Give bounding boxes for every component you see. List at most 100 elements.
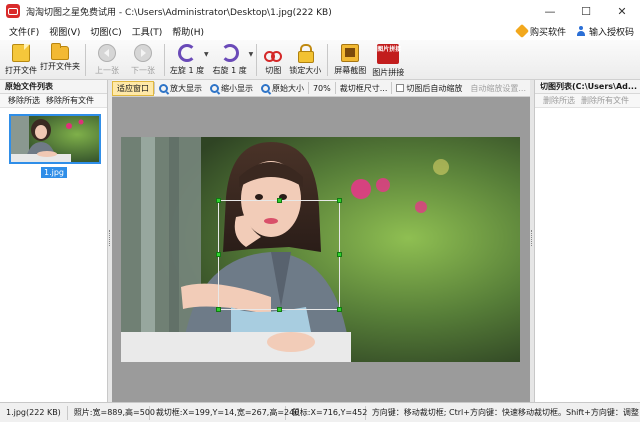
buy-software-label: 购买软件: [529, 27, 566, 38]
status-hint: 方向键：移动裁切框; Ctrl+方向键：快速移动裁切框。Shift+方向键：调整: [371, 407, 639, 417]
menu-bar: 文件(F) 视图(V) 切图(C) 工具(T) 帮助(H) 购买软件 输入授权码: [0, 22, 640, 40]
menu-tools[interactable]: 工具(T): [127, 25, 168, 38]
rotate-right-button[interactable]: 右旋 1 度: [209, 40, 251, 80]
fit-window-button[interactable]: 适应窗口: [112, 80, 154, 96]
remove-all-files-button[interactable]: 移除所有文件: [46, 94, 94, 107]
toolbar-separator: [327, 44, 329, 76]
open-file-button[interactable]: 打开文件: [4, 40, 38, 80]
screen-capture-label: 屏幕截图: [334, 66, 367, 75]
open-folder-button[interactable]: 打开文件夹: [38, 40, 82, 80]
image-workspace: 适应窗口 放大显示 缩小显示 原始大小 70% 裁切框尺寸... 切图后自动缩放: [112, 80, 530, 402]
lock-size-label: 锁定大小: [289, 66, 322, 75]
price-tag-icon: [514, 23, 530, 39]
main-photo[interactable]: [121, 137, 520, 362]
source-file-actions: 移除所选 移除所有文件: [0, 94, 107, 108]
enter-license-link[interactable]: 输入授权码: [576, 25, 634, 38]
crop-size-label: 裁切框尺寸...: [339, 83, 388, 93]
maximize-button[interactable]: ☐: [568, 0, 604, 22]
next-image-label: 下一张: [131, 66, 155, 75]
crop-handle-right[interactable]: [337, 252, 342, 257]
source-file-panel: 原始文件列表 移除所选 移除所有文件 1.jpg: [0, 80, 108, 402]
thumbnail-filename: 1.jpg: [41, 167, 68, 178]
previous-arrow-icon: [98, 44, 116, 62]
open-file-label: 打开文件: [5, 66, 37, 75]
zoom-in-label: 放大显示: [169, 83, 202, 93]
user-icon: [576, 26, 586, 36]
menu-cut[interactable]: 切图(C): [85, 25, 126, 38]
cut-button[interactable]: 切图: [260, 40, 286, 80]
crop-handle-top-right[interactable]: [337, 198, 342, 203]
crop-handle-bottom-left[interactable]: [216, 307, 221, 312]
fit-window-label: 适应窗口: [117, 83, 149, 93]
screen-capture-icon: [341, 44, 360, 62]
enter-license-label: 输入授权码: [588, 27, 634, 38]
crop-handle-top[interactable]: [277, 198, 282, 203]
zoom-out-button[interactable]: 缩小显示: [206, 81, 257, 96]
cut-list-title: 切图列表(C:\Users\Ad...: [535, 80, 640, 94]
prev-image-button[interactable]: 上一张: [89, 40, 125, 80]
auto-zoom-label: 切图后自动缩放: [406, 83, 463, 93]
auto-zoom-settings-button[interactable]: 自动缩放设置...: [466, 81, 530, 96]
auto-zoom-checkbox-box[interactable]: [396, 84, 405, 92]
buy-software-link[interactable]: 购买软件: [514, 23, 566, 39]
rotate-left-button[interactable]: 左旋 1 度: [168, 40, 206, 80]
status-crop-box: 裁切框:X=199,Y=14,宽=267,高=240: [150, 405, 299, 420]
status-mouse: 鼠标:X=716,Y=452: [286, 405, 367, 420]
status-file: 1.jpg(222 KB): [0, 405, 68, 420]
minimize-button[interactable]: —: [532, 0, 568, 22]
zoom-in-icon: [158, 83, 168, 93]
crop-handle-top-left[interactable]: [216, 198, 221, 203]
next-image-button[interactable]: 下一张: [125, 40, 161, 80]
collage-icon: 图片拼接: [377, 44, 401, 64]
rotate-right-label: 右旋 1 度: [212, 66, 247, 75]
rotate-right-dropdown-icon[interactable]: ▼: [249, 51, 254, 58]
prev-image-label: 上一张: [95, 66, 119, 75]
status-photo-size: 照片:宽=889,高=500: [68, 405, 155, 420]
toolbar-separator: [85, 44, 86, 76]
lock-icon: [296, 44, 315, 63]
toolbar-separator: [256, 44, 258, 76]
screen-capture-button[interactable]: 屏幕截图: [331, 40, 369, 80]
menu-right-group: 购买软件 输入授权码: [514, 22, 634, 40]
original-size-label: 原始大小: [271, 83, 304, 93]
original-size-button[interactable]: 原始大小: [257, 81, 308, 96]
zoom-out-icon: [209, 83, 219, 93]
remove-selected-button[interactable]: 移除所选: [8, 94, 40, 107]
menu-view[interactable]: 视图(V): [44, 25, 85, 38]
open-folder-label: 打开文件夹: [40, 62, 80, 71]
image-collage-button[interactable]: 图片拼接 图片拼接: [369, 40, 407, 80]
source-file-list-title: 原始文件列表: [0, 80, 107, 94]
auto-zoom-checkbox[interactable]: 切图后自动缩放: [392, 81, 466, 96]
close-button[interactable]: ✕: [604, 0, 640, 22]
crop-handle-bottom[interactable]: [277, 307, 282, 312]
zoom-in-button[interactable]: 放大显示: [155, 81, 206, 96]
rotate-left-icon: [178, 44, 196, 62]
image-collage-label: 图片拼接: [372, 68, 405, 77]
crop-handle-bottom-right[interactable]: [337, 307, 342, 312]
auto-zoom-settings-label: 自动缩放设置...: [470, 83, 526, 93]
window-title: 淘淘切图之星免费试用 - C:\Users\Administrator\Desk…: [26, 7, 332, 18]
app-icon: [6, 4, 20, 18]
cut-list-actions: 删除所选 删除所有文件: [535, 94, 640, 108]
zoom-out-label: 缩小显示: [220, 83, 253, 93]
zoom-level: 70%: [309, 81, 335, 96]
cut-list-panel: 切图列表(C:\Users\Ad... 删除所选 删除所有文件: [534, 80, 640, 402]
rotate-left-label: 左旋 1 度: [169, 66, 205, 75]
lock-size-button[interactable]: 锁定大小: [286, 40, 324, 80]
crop-box[interactable]: [216, 198, 342, 312]
status-bar: 1.jpg(222 KB) 照片:宽=889,高=500 裁切框:X=199,Y…: [0, 402, 640, 422]
original-size-icon: [260, 83, 270, 93]
delete-all-files-button[interactable]: 删除所有文件: [581, 94, 629, 107]
title-bar: 淘淘切图之星免费试用 - C:\Users\Administrator\Desk…: [0, 0, 640, 22]
toolbar-separator: [164, 44, 165, 76]
file-thumbnail[interactable]: [9, 114, 101, 164]
main-toolbar: 打开文件 打开文件夹 上一张 下一张 左旋 1 度 ▼ 右旋 1 度 ▼ 切图 …: [0, 40, 640, 80]
file-icon: [12, 44, 30, 62]
delete-selected-button[interactable]: 删除所选: [543, 94, 575, 107]
crop-handle-left[interactable]: [216, 252, 221, 257]
menu-file[interactable]: 文件(F): [4, 25, 44, 38]
next-arrow-icon: [134, 44, 152, 62]
window-controls: — ☐ ✕: [532, 0, 640, 22]
menu-help[interactable]: 帮助(H): [167, 25, 209, 38]
crop-size-button[interactable]: 裁切框尺寸...: [336, 81, 392, 96]
